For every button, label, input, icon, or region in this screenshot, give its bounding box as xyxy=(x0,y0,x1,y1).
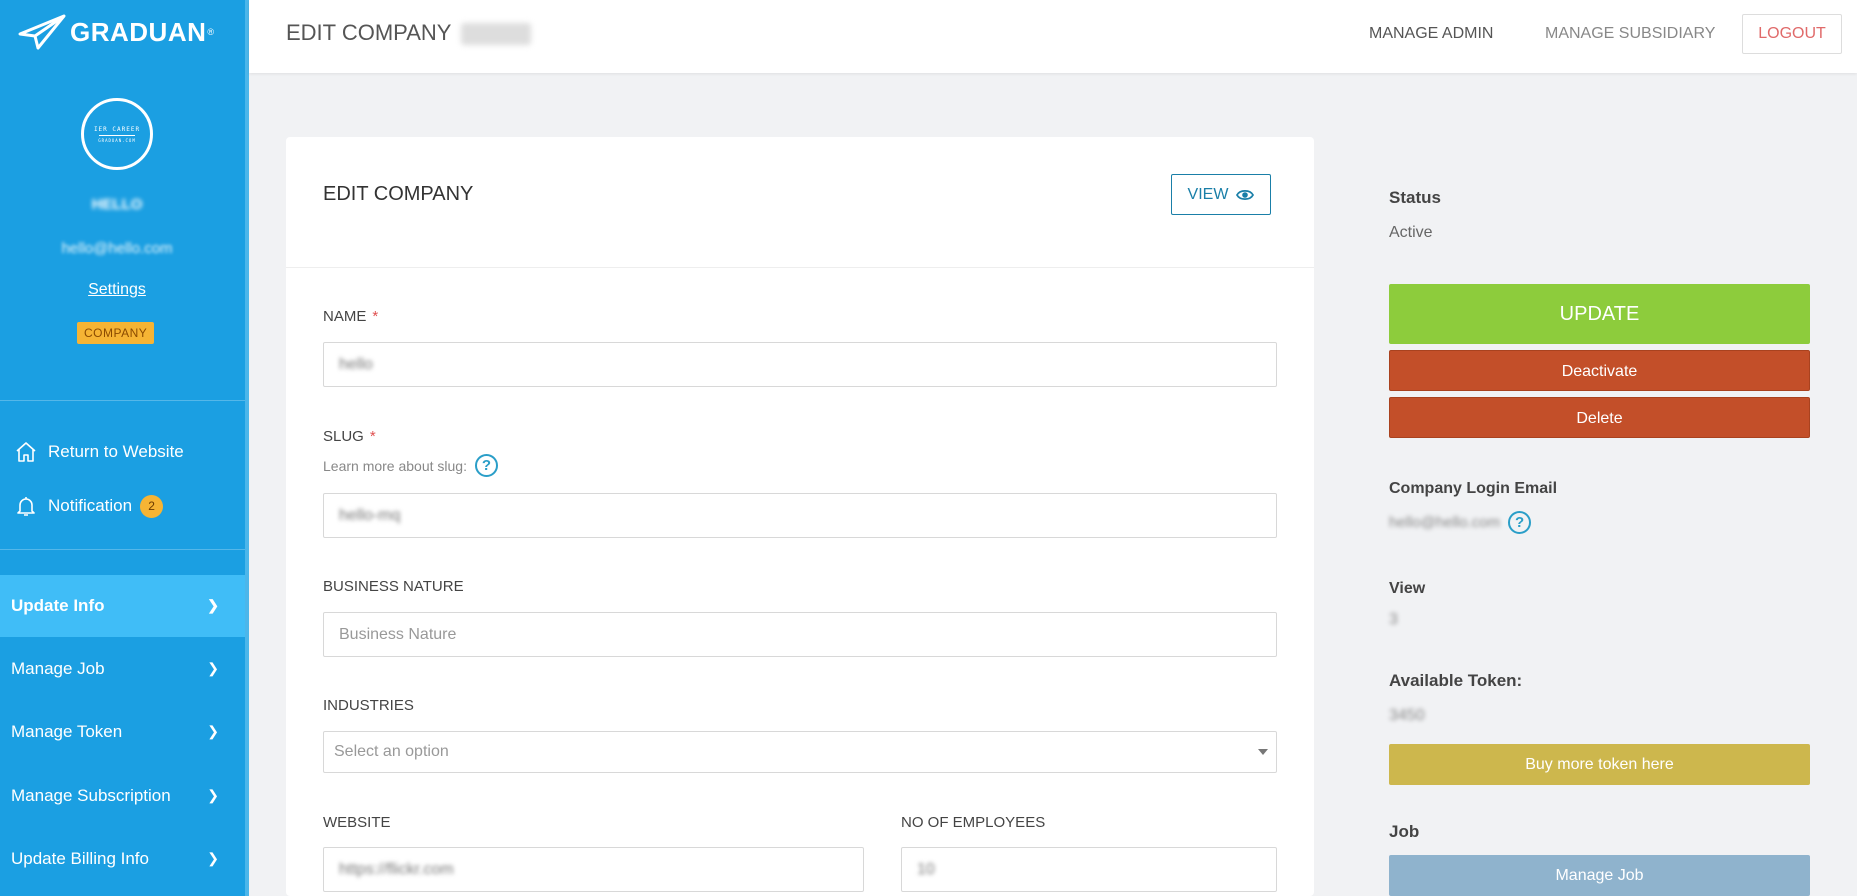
bell-icon xyxy=(17,497,35,516)
nav-manage-token[interactable]: Manage Token ❯ xyxy=(0,701,245,763)
nav-update-billing-info[interactable]: Update Billing Info ❯ xyxy=(0,828,245,890)
manage-job-button[interactable]: Manage Job xyxy=(1389,855,1810,896)
sidebar-divider xyxy=(0,549,245,550)
login-email-label: Company Login Email xyxy=(1389,480,1558,497)
return-to-website-link[interactable]: Return to Website xyxy=(14,440,184,464)
chevron-right-icon: ❯ xyxy=(207,660,219,676)
available-token-value: 3450 xyxy=(1389,707,1425,724)
user-name: HELLO xyxy=(91,196,143,213)
notification-label: Notification xyxy=(48,496,133,515)
page-title-redacted xyxy=(461,23,532,46)
delete-button[interactable]: Delete xyxy=(1389,397,1810,438)
sidebar-scrollbar[interactable] xyxy=(245,0,249,896)
manage-admin-link[interactable]: MANAGE ADMIN xyxy=(1369,25,1493,43)
nav-label: Manage Job xyxy=(11,659,105,678)
employees-label: NO OF EMPLOYEES xyxy=(901,814,1046,831)
slug-input[interactable]: hello-mq xyxy=(323,493,1277,538)
name-label-text: NAME xyxy=(323,308,367,325)
nav-label: Manage Subscription xyxy=(11,786,171,805)
slug-hint-text: Learn more about slug: xyxy=(323,457,467,474)
avatar-text-top: IER CAREER xyxy=(93,125,141,133)
website-value: https://flickr.com xyxy=(339,860,454,878)
help-icon[interactable]: ? xyxy=(1508,511,1532,534)
page-title: EDIT COMPANY xyxy=(286,20,532,46)
deactivate-button[interactable]: Deactivate xyxy=(1389,350,1810,391)
caret-down-icon xyxy=(1258,749,1268,755)
name-label: NAME * xyxy=(323,308,378,325)
required-mark: * xyxy=(369,428,376,445)
page-title-text: EDIT COMPANY xyxy=(286,20,452,45)
industries-select[interactable]: Select an option xyxy=(323,731,1277,773)
business-nature-label: BUSINESS NATURE xyxy=(323,578,464,595)
avatar-divider xyxy=(99,134,135,136)
name-input[interactable]: hello xyxy=(323,342,1277,387)
avatar[interactable]: IER CAREER GRADUAN.COM xyxy=(81,98,153,170)
slug-hint: Learn more about slug: ? xyxy=(323,454,498,477)
edit-company-card: EDIT COMPANY VIEW NAME * hello SLUG * Lear… xyxy=(286,137,1314,896)
help-icon[interactable]: ? xyxy=(474,454,498,477)
name-value: hello xyxy=(339,355,373,373)
view-count-label: View xyxy=(1389,580,1426,597)
nav-manage-subscription[interactable]: Manage Subscription ❯ xyxy=(0,765,245,827)
employees-input[interactable]: 10 xyxy=(901,847,1277,892)
logout-button[interactable]: LOGOUT xyxy=(1742,14,1842,54)
manage-subsidiary-link[interactable]: MANAGE SUBSIDIARY xyxy=(1545,25,1715,43)
role-badge: COMPANY xyxy=(77,322,155,344)
job-label: Job xyxy=(1389,822,1420,841)
slug-label-text: SLUG xyxy=(323,428,364,445)
status-label: Status xyxy=(1389,188,1441,207)
nav-label: Update Billing Info xyxy=(11,849,149,868)
slug-value: hello-mq xyxy=(339,506,401,524)
nav-label: Manage Token xyxy=(11,722,123,741)
chevron-right-icon: ❯ xyxy=(207,850,219,866)
update-button[interactable]: UPDATE xyxy=(1389,284,1810,344)
chevron-right-icon: ❯ xyxy=(207,597,219,613)
login-email-row: hello@hello.com ? xyxy=(1389,511,1532,534)
eye-icon xyxy=(1236,189,1255,200)
employees-value: 10 xyxy=(917,860,935,878)
website-label: WEBSITE xyxy=(323,814,391,831)
required-mark: * xyxy=(372,308,379,325)
notification-link[interactable]: Notification 2 xyxy=(14,494,164,518)
brand-registered-mark: ® xyxy=(207,27,215,37)
login-email-value: hello@hello.com xyxy=(1389,514,1501,531)
return-to-website-label: Return to Website xyxy=(48,442,184,461)
slug-label: SLUG * xyxy=(323,428,376,445)
chevron-right-icon: ❯ xyxy=(207,723,219,739)
website-input[interactable]: https://flickr.com xyxy=(323,847,864,892)
avatar-text-bottom: GRADUAN.COM xyxy=(98,137,136,143)
available-token-label: Available Token: xyxy=(1389,671,1523,690)
home-icon xyxy=(16,442,36,462)
card-title: EDIT COMPANY xyxy=(323,183,474,205)
industries-label: INDUSTRIES xyxy=(323,697,414,714)
nav-label: Update Info xyxy=(11,596,105,615)
settings-link[interactable]: Settings xyxy=(0,281,234,299)
nav-update-info[interactable]: Update Info ❯ xyxy=(0,575,245,637)
paper-plane-icon xyxy=(18,14,66,50)
business-nature-placeholder: Business Nature xyxy=(339,625,457,643)
topbar: EDIT COMPANY MANAGE ADMIN MANAGE SUBSIDI… xyxy=(249,0,1857,73)
notification-count-badge: 2 xyxy=(140,494,164,518)
brand-logo[interactable]: GRADUAN ® xyxy=(18,14,214,50)
industries-placeholder: Select an option xyxy=(334,743,449,760)
view-count-value: 3 xyxy=(1389,611,1398,628)
card-divider xyxy=(286,267,1314,268)
status-value: Active xyxy=(1389,224,1433,241)
view-button[interactable]: VIEW xyxy=(1171,174,1271,215)
business-nature-input[interactable]: Business Nature xyxy=(323,612,1277,657)
sidebar-divider xyxy=(0,400,245,401)
brand-name: GRADUAN xyxy=(70,16,207,47)
sidebar: GRADUAN ® IER CAREER GRADUAN.COM HELLO h… xyxy=(0,0,249,896)
buy-token-button[interactable]: Buy more token here xyxy=(1389,744,1810,785)
nav-manage-job[interactable]: Manage Job ❯ xyxy=(0,638,245,700)
user-email: hello@hello.com xyxy=(61,240,173,257)
view-button-label: VIEW xyxy=(1187,185,1229,203)
chevron-right-icon: ❯ xyxy=(207,787,219,803)
